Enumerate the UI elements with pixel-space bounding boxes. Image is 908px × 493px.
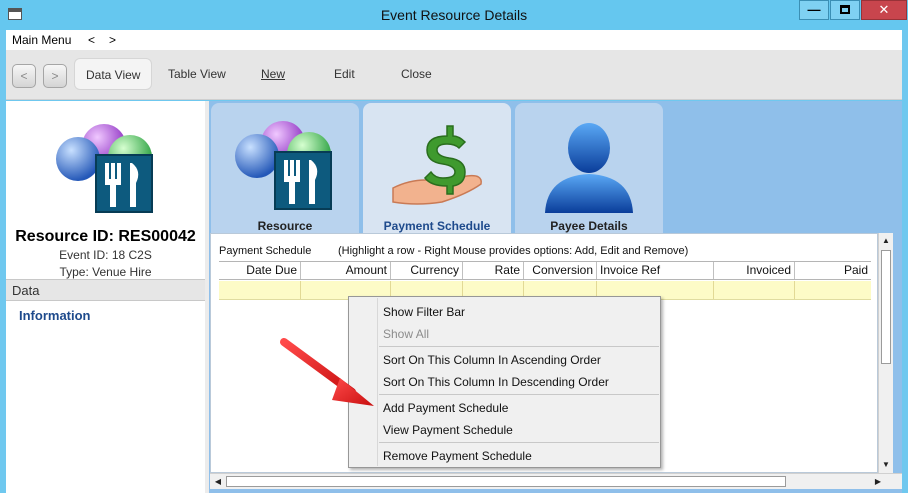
table-cell[interactable] (219, 281, 301, 299)
table-cell[interactable] (714, 281, 795, 299)
menu-bar: Main Menu < > (6, 30, 902, 50)
schedule-title: Payment Schedule (219, 245, 312, 257)
edit-button-label: Edit (334, 67, 355, 81)
window-title: Event Resource Details (380, 7, 528, 23)
scroll-down-button[interactable]: ▼ (879, 458, 893, 472)
menu-separator (379, 442, 659, 443)
close-window-button[interactable]: ✕ (861, 0, 907, 20)
table-view-button[interactable]: Table View (157, 58, 237, 90)
column-header-invoice-ref[interactable]: Invoice Ref (597, 262, 714, 279)
horizontal-scrollbar[interactable]: ◀ ▶ (210, 473, 902, 489)
scroll-right-button[interactable]: ▶ (871, 475, 885, 489)
data-section-header: Data (6, 279, 205, 301)
column-header-invoiced[interactable]: Invoiced (714, 262, 795, 279)
tab-payment-schedule[interactable]: Payment Schedule (363, 103, 511, 233)
menu-forward-button[interactable]: > (109, 33, 116, 47)
tab-payee-details-label: Payee Details (550, 219, 628, 233)
tab-resource-label: Resource (257, 219, 313, 233)
scroll-up-button[interactable]: ▲ (879, 234, 893, 248)
scroll-left-button[interactable]: ◀ (211, 475, 225, 489)
food-resource-icon (56, 124, 153, 213)
event-id: Event ID: 18 C2S (59, 248, 152, 262)
new-button-label: New (261, 67, 286, 81)
data-view-button[interactable]: Data View (74, 58, 153, 90)
maximize-button[interactable] (830, 0, 860, 20)
horizontal-scroll-thumb[interactable] (226, 476, 786, 487)
column-header-paid[interactable]: Paid (795, 262, 871, 279)
resource-id: Resource ID: RES00042 (15, 228, 196, 245)
main-menu[interactable]: Main Menu (12, 33, 71, 47)
forward-button[interactable]: > (43, 64, 67, 88)
menu-item-show-filter-bar[interactable]: Show Filter Bar (383, 305, 465, 319)
annotation-arrow-icon (280, 338, 374, 406)
menu-item-sort-descending[interactable]: Sort On This Column In Descending Order (383, 375, 609, 389)
vertical-scrollbar[interactable]: ▲ ▼ (878, 233, 893, 473)
tab-payment-schedule-label: Payment Schedule (383, 219, 491, 233)
menu-item-add-payment-schedule[interactable]: Add Payment Schedule (383, 401, 508, 415)
food-resource-icon (235, 121, 332, 210)
menu-separator (379, 346, 659, 347)
menu-item-view-payment-schedule[interactable]: View Payment Schedule (383, 423, 513, 437)
resource-summary-panel: Resource ID: RES00042 Event ID: 18 C2S T… (6, 101, 205, 493)
new-button[interactable]: New (250, 58, 296, 90)
tab-resource[interactable]: Resource (211, 103, 359, 233)
resource-type: Type: Venue Hire (59, 265, 152, 279)
vertical-scroll-thumb[interactable] (881, 250, 891, 364)
maximize-icon (840, 5, 850, 14)
toolbar: < > Data View Table View New Edit Close (6, 50, 902, 100)
tab-payee-details[interactable]: Payee Details (515, 103, 663, 233)
column-header-conversion[interactable]: Conversion (524, 262, 597, 279)
money-hand-icon (392, 125, 482, 205)
schedule-hint: (Highlight a row - Right Mouse provides … (338, 245, 689, 257)
column-header-currency[interactable]: Currency (391, 262, 463, 279)
window-controls: — ✕ (798, 0, 907, 20)
grid-header: Date Due Amount Currency Rate Conversion… (219, 261, 871, 280)
menu-item-sort-ascending[interactable]: Sort On This Column In Ascending Order (383, 353, 601, 367)
context-menu: Show Filter Bar Show All Sort On This Co… (348, 296, 661, 468)
menu-item-remove-payment-schedule[interactable]: Remove Payment Schedule (383, 449, 532, 463)
close-button[interactable]: Close (390, 58, 443, 90)
information-link[interactable]: Information (19, 308, 91, 323)
column-header-date-due[interactable]: Date Due (219, 262, 301, 279)
edit-button[interactable]: Edit (323, 58, 366, 90)
person-icon (545, 123, 633, 213)
menu-back-button[interactable]: < (88, 33, 95, 47)
column-header-amount[interactable]: Amount (301, 262, 391, 279)
title-bar: Event Resource Details — ✕ (0, 0, 908, 30)
minimize-button[interactable]: — (799, 0, 829, 20)
menu-separator (379, 394, 659, 395)
close-button-label: Close (401, 67, 432, 81)
column-header-rate[interactable]: Rate (463, 262, 524, 279)
back-button[interactable]: < (12, 64, 36, 88)
